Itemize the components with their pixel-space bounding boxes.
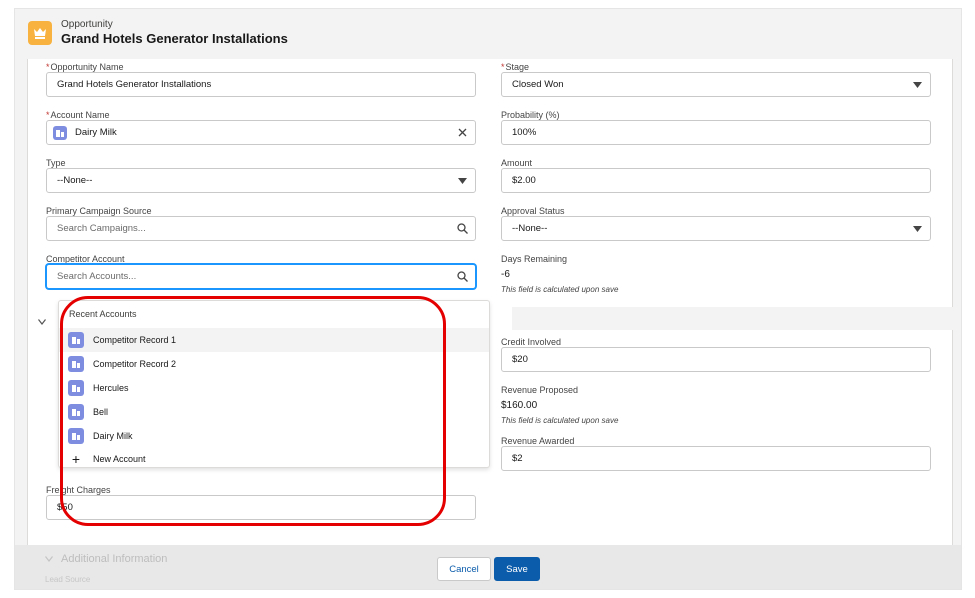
approval-status-value: --None-- — [512, 223, 548, 234]
stage-value: Closed Won — [512, 79, 564, 90]
stage-field: *Stage Closed Won — [501, 61, 931, 97]
account-name-label: Account Name — [50, 110, 110, 120]
object-label: Opportunity — [61, 19, 113, 30]
revenue-proposed-label: Revenue Proposed — [501, 385, 579, 395]
search-icon — [457, 265, 468, 288]
plus-icon: + — [71, 451, 81, 467]
account-icon — [68, 404, 84, 420]
dropdown-option-label: Hercules — [93, 383, 129, 393]
required-marker: * — [501, 62, 505, 72]
opportunity-name-input[interactable]: Grand Hotels Generator Installations — [46, 72, 476, 97]
account-name-lookup[interactable]: Dairy Milk — [46, 120, 476, 145]
primary-campaign-source-field: Primary Campaign Source Search Campaigns… — [46, 205, 476, 241]
credit-involved-input[interactable]: $20 — [501, 347, 931, 372]
caret-down-icon — [913, 217, 922, 240]
modal-header: Opportunity Grand Hotels Generator Insta… — [15, 9, 961, 59]
days-remaining-help: This field is calculated upon save — [501, 285, 619, 294]
type-field: Type --None-- — [46, 157, 476, 193]
probability-input[interactable]: 100% — [501, 120, 931, 145]
freight-charges-field: Freight Charges $50 — [46, 484, 476, 520]
new-account-label: New Account — [93, 454, 146, 464]
stage-picklist[interactable]: Closed Won — [501, 72, 931, 97]
lead-source-label: Lead Source — [45, 575, 91, 584]
account-icon — [53, 126, 67, 140]
chevron-down-icon — [38, 317, 46, 327]
dropdown-option-label: Competitor Record 1 — [93, 335, 177, 345]
dropdown-option[interactable]: Dairy Milk — [59, 424, 489, 448]
additional-information-title: Additional Information — [61, 553, 168, 565]
form-body: *Opportunity Name Grand Hotels Generator… — [27, 59, 954, 549]
dropdown-option[interactable]: Competitor Record 1 — [59, 328, 489, 352]
chevron-down-icon — [45, 556, 53, 562]
stage-label: Stage — [505, 62, 530, 72]
required-marker: * — [46, 62, 50, 72]
amount-input[interactable]: $2.00 — [501, 168, 931, 193]
account-icon — [68, 332, 84, 348]
campaign-search-input[interactable]: Search Campaigns... — [46, 216, 476, 241]
caret-down-icon — [913, 73, 922, 96]
opportunity-name-label: Opportunity Name — [50, 62, 124, 72]
record-edit-modal: Opportunity Grand Hotels Generator Insta… — [14, 8, 962, 590]
revenue-proposed-value: $160.00 — [501, 400, 538, 411]
modal-footer: Additional Information Lead Source Cance… — [15, 545, 961, 589]
dropdown-option[interactable]: Bell — [59, 400, 489, 424]
account-icon — [68, 356, 84, 372]
record-title: Grand Hotels Generator Installations — [61, 31, 288, 46]
account-name-field: *Account Name Dairy Milk — [46, 109, 476, 145]
days-remaining-label: Days Remaining — [501, 254, 568, 264]
campaign-search-placeholder: Search Campaigns... — [57, 223, 146, 234]
type-picklist[interactable]: --None-- — [46, 168, 476, 193]
additional-information-section: Additional Information — [45, 553, 167, 565]
competitor-account-search-input[interactable]: Search Accounts... — [46, 264, 476, 289]
probability-field: Probability (%) 100% — [501, 109, 931, 145]
caret-down-icon — [458, 169, 467, 192]
freight-charges-input[interactable]: $50 — [46, 495, 476, 520]
search-icon — [457, 217, 468, 240]
close-icon[interactable] — [458, 121, 467, 144]
dropdown-option[interactable]: Competitor Record 2 — [59, 352, 489, 376]
amount-field: Amount $2.00 — [501, 157, 931, 193]
recent-accounts-heading: Recent Accounts — [69, 309, 137, 319]
account-icon — [68, 428, 84, 444]
credit-involved-field: Credit Involved $20 — [501, 336, 931, 372]
section-header-bar[interactable] — [512, 307, 954, 330]
cancel-button[interactable]: Cancel — [437, 557, 491, 581]
account-name-value: Dairy Milk — [75, 127, 117, 138]
crown-icon — [28, 21, 52, 45]
approval-status-field: Approval Status --None-- — [501, 205, 931, 241]
competitor-account-field: Competitor Account Search Accounts... — [46, 253, 476, 289]
dropdown-option-label: Competitor Record 2 — [93, 359, 177, 369]
revenue-proposed-field: Revenue Proposed $160.00 This field is c… — [501, 384, 931, 425]
revenue-awarded-input[interactable]: $2 — [501, 446, 931, 471]
competitor-account-placeholder: Search Accounts... — [57, 271, 137, 282]
new-account-option[interactable]: + New Account — [59, 447, 489, 471]
save-button[interactable]: Save — [494, 557, 540, 581]
competitor-account-dropdown: Recent Accounts Competitor Record 1 Comp… — [58, 300, 490, 468]
required-marker: * — [46, 110, 50, 120]
revenue-proposed-help: This field is calculated upon save — [501, 416, 619, 425]
type-value: --None-- — [57, 175, 93, 186]
revenue-awarded-field: Revenue Awarded $2 — [501, 435, 931, 471]
dropdown-option[interactable]: Hercules — [59, 376, 489, 400]
dropdown-option-label: Dairy Milk — [93, 431, 133, 441]
opportunity-name-field: *Opportunity Name Grand Hotels Generator… — [46, 61, 476, 97]
account-icon — [68, 380, 84, 396]
days-remaining-value: -6 — [501, 269, 510, 280]
dropdown-option-label: Bell — [93, 407, 109, 417]
approval-status-picklist[interactable]: --None-- — [501, 216, 931, 241]
days-remaining-field: Days Remaining -6 This field is calculat… — [501, 253, 931, 294]
